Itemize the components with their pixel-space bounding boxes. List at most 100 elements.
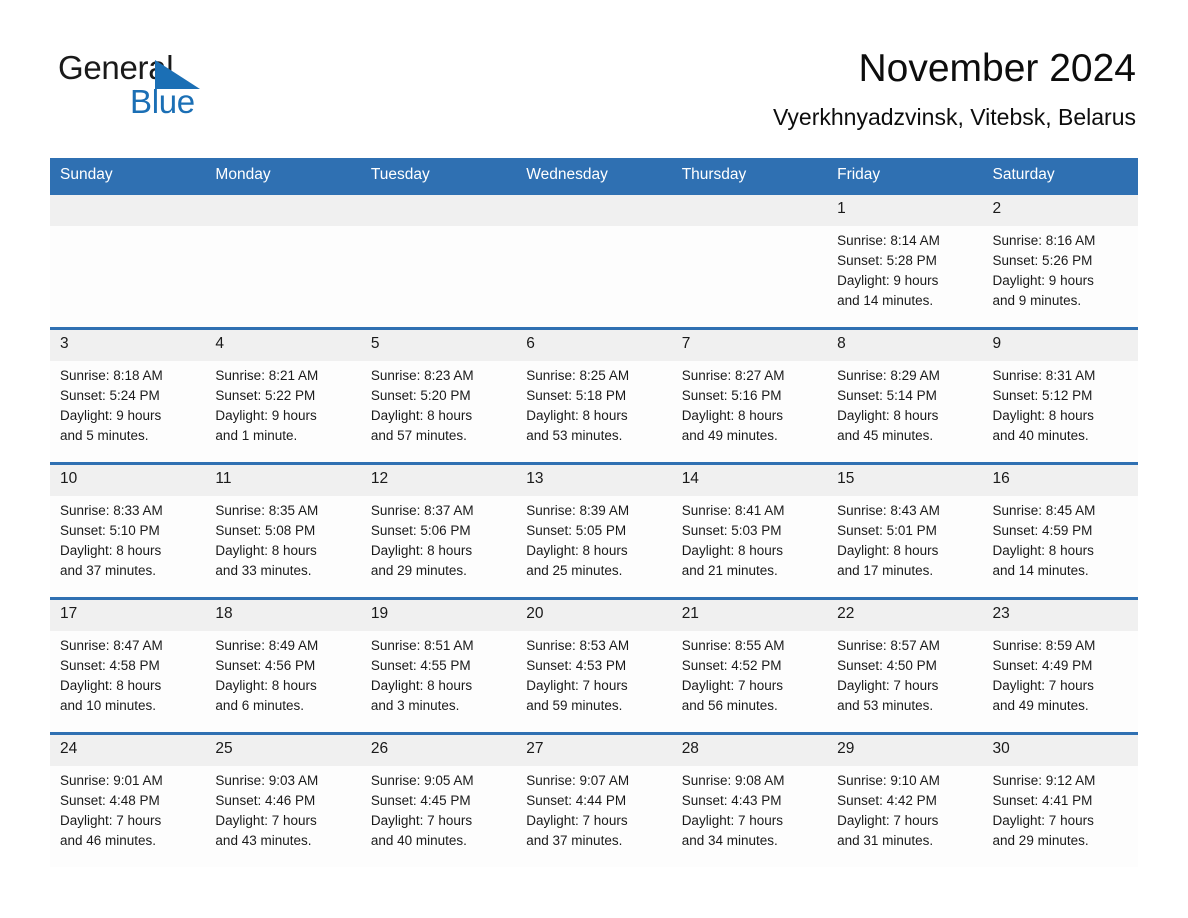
day-cell-29[interactable]: Sunrise: 9:10 AM Sunset: 4:42 PM Daylight:… <box>827 766 983 867</box>
day-cell-3[interactable]: Sunrise: 8:18 AM Sunset: 5:24 PM Daylight:… <box>50 361 206 462</box>
day-cell-14[interactable]: Sunrise: 8:41 AM Sunset: 5:03 PM Daylight:… <box>671 496 828 597</box>
day-cell-30[interactable]: Sunrise: 9:12 AM Sunset: 4:41 PM Daylight:… <box>982 766 1138 867</box>
day-number-empty <box>205 195 361 226</box>
day-number-30[interactable]: 30 <box>982 735 1138 766</box>
day-detail-line: Daylight: 8 hours <box>215 543 317 558</box>
day-number-27[interactable]: 27 <box>516 735 672 766</box>
day-number-8[interactable]: 8 <box>827 330 983 361</box>
day-cell-4[interactable]: Sunrise: 8:21 AM Sunset: 5:22 PM Daylight:… <box>205 361 361 462</box>
day-cell-9[interactable]: Sunrise: 8:31 AM Sunset: 5:12 PM Daylight:… <box>982 361 1138 462</box>
week-detail-row: Sunrise: 8:47 AM Sunset: 4:58 PM Daylight:… <box>50 631 1138 732</box>
day-detail-line: and 34 minutes. <box>681 833 778 848</box>
day-detail-line: Sunset: 4:48 PM <box>60 793 160 808</box>
day-detail-line: Sunset: 4:43 PM <box>681 793 782 808</box>
day-detail-line: Sunrise: 9:10 AM <box>837 773 940 788</box>
day-cell-18[interactable]: Sunrise: 8:49 AM Sunset: 4:56 PM Daylight:… <box>205 631 361 732</box>
day-detail-line: Sunset: 5:24 PM <box>60 388 160 403</box>
day-number-15[interactable]: 15 <box>827 465 983 496</box>
day-detail-line: Daylight: 8 hours <box>837 408 939 423</box>
week-daynumber-row: 24 25 26 27 28 29 30 <box>50 735 1138 766</box>
day-number-16[interactable]: 16 <box>982 465 1138 496</box>
day-number-13[interactable]: 13 <box>516 465 672 496</box>
day-number-23[interactable]: 23 <box>982 600 1138 631</box>
day-detail-line: Sunset: 4:55 PM <box>370 658 471 673</box>
day-detail-line: Sunset: 4:52 PM <box>681 658 782 673</box>
day-detail-line: Sunrise: 8:39 AM <box>526 503 630 518</box>
day-number-26[interactable]: 26 <box>360 735 517 766</box>
day-cell-23[interactable]: Sunrise: 8:59 AM Sunset: 4:49 PM Daylight:… <box>982 631 1138 732</box>
day-number-10[interactable]: 10 <box>50 465 206 496</box>
day-number-3[interactable]: 3 <box>50 330 206 361</box>
day-cell-13[interactable]: Sunrise: 8:39 AM Sunset: 5:05 PM Daylight:… <box>516 496 672 597</box>
day-number-20[interactable]: 20 <box>516 600 672 631</box>
day-detail-line: and 37 minutes. <box>60 563 157 578</box>
week-detail-row: Sunrise: 8:18 AM Sunset: 5:24 PM Daylight:… <box>50 361 1138 462</box>
day-number-29[interactable]: 29 <box>827 735 983 766</box>
day-detail-line: Sunset: 4:46 PM <box>215 793 316 808</box>
day-number-5[interactable]: 5 <box>360 330 517 361</box>
day-detail-line: Sunset: 5:08 PM <box>215 523 316 538</box>
day-cell-5[interactable]: Sunrise: 8:23 AM Sunset: 5:20 PM Daylight:… <box>360 361 517 462</box>
day-cell-24[interactable]: Sunrise: 9:01 AM Sunset: 4:48 PM Daylight:… <box>50 766 206 867</box>
day-number-14[interactable]: 14 <box>671 465 828 496</box>
day-cell-28[interactable]: Sunrise: 9:08 AM Sunset: 4:43 PM Daylight:… <box>671 766 828 867</box>
day-cell-empty <box>360 226 517 327</box>
day-detail-line: Sunset: 4:44 PM <box>526 793 627 808</box>
day-number-12[interactable]: 12 <box>360 465 517 496</box>
day-detail-line: Daylight: 8 hours <box>681 543 783 558</box>
day-cell-12[interactable]: Sunrise: 8:37 AM Sunset: 5:06 PM Daylight:… <box>360 496 517 597</box>
week-daynumber-row: 3456789 <box>50 330 1138 361</box>
day-number-6[interactable]: 6 <box>516 330 672 361</box>
day-cell-21[interactable]: Sunrise: 8:55 AM Sunset: 4:52 PM Daylight:… <box>671 631 828 732</box>
day-detail-line: Sunset: 5:10 PM <box>60 523 160 538</box>
day-number-2[interactable]: 2 <box>982 195 1138 226</box>
day-detail-line: Daylight: 8 hours <box>60 678 162 693</box>
day-number-18[interactable]: 18 <box>205 600 361 631</box>
week-detail-row: Sunrise: 8:14 AM Sunset: 5:28 PM Daylight:… <box>50 226 1138 327</box>
day-number-19[interactable]: 19 <box>360 600 517 631</box>
day-detail-line: and 49 minutes. <box>992 698 1089 713</box>
day-number-9[interactable]: 9 <box>982 330 1138 361</box>
day-cell-22[interactable]: Sunrise: 8:57 AM Sunset: 4:50 PM Daylight:… <box>827 631 983 732</box>
day-cell-16[interactable]: Sunrise: 8:45 AM Sunset: 4:59 PM Daylight:… <box>982 496 1138 597</box>
day-detail-line: and 25 minutes. <box>526 563 623 578</box>
day-number-21[interactable]: 21 <box>671 600 828 631</box>
day-cell-8[interactable]: Sunrise: 8:29 AM Sunset: 5:14 PM Daylight:… <box>827 361 983 462</box>
day-cell-25[interactable]: Sunrise: 9:03 AM Sunset: 4:46 PM Daylight:… <box>205 766 361 867</box>
day-detail-line: Sunrise: 8:33 AM <box>60 503 163 518</box>
day-detail-line: and 49 minutes. <box>681 428 778 443</box>
day-cell-10[interactable]: Sunrise: 8:33 AM Sunset: 5:10 PM Daylight:… <box>50 496 206 597</box>
day-detail-line: Sunset: 5:05 PM <box>526 523 627 538</box>
day-cell-26[interactable]: Sunrise: 9:05 AM Sunset: 4:45 PM Daylight:… <box>360 766 517 867</box>
day-number-7[interactable]: 7 <box>671 330 828 361</box>
day-cell-20[interactable]: Sunrise: 8:53 AM Sunset: 4:53 PM Daylight:… <box>516 631 672 732</box>
day-number-28[interactable]: 28 <box>671 735 828 766</box>
weekday-header-tuesday: Tuesday <box>360 158 517 192</box>
day-number-25[interactable]: 25 <box>205 735 361 766</box>
day-cell-7[interactable]: Sunrise: 8:27 AM Sunset: 5:16 PM Daylight:… <box>671 361 828 462</box>
day-cell-1[interactable]: Sunrise: 8:14 AM Sunset: 5:28 PM Daylight:… <box>827 226 983 327</box>
day-cell-17[interactable]: Sunrise: 8:47 AM Sunset: 4:58 PM Daylight:… <box>50 631 206 732</box>
day-number-11[interactable]: 11 <box>205 465 361 496</box>
day-number-24[interactable]: 24 <box>50 735 206 766</box>
day-cell-2[interactable]: Sunrise: 8:16 AM Sunset: 5:26 PM Daylight:… <box>982 226 1138 327</box>
day-detail-line: Daylight: 9 hours <box>837 273 939 288</box>
day-detail-line: and 40 minutes. <box>370 833 467 848</box>
day-cell-19[interactable]: Sunrise: 8:51 AM Sunset: 4:55 PM Daylight:… <box>360 631 517 732</box>
day-detail-line: Sunrise: 9:12 AM <box>992 773 1096 788</box>
day-detail-line: Daylight: 8 hours <box>370 408 473 423</box>
day-number-4[interactable]: 4 <box>205 330 361 361</box>
day-detail-line: Daylight: 9 hours <box>60 408 162 423</box>
day-detail-line: Sunrise: 8:16 AM <box>992 233 1096 248</box>
day-cell-15[interactable]: Sunrise: 8:43 AM Sunset: 5:01 PM Daylight:… <box>827 496 983 597</box>
day-number-17[interactable]: 17 <box>50 600 206 631</box>
day-number-1[interactable]: 1 <box>827 195 983 226</box>
calendar-table: Sunday Monday Tuesday Wednesday Thursday Frid… <box>50 158 1138 867</box>
day-cell-27[interactable]: Sunrise: 9:07 AM Sunset: 4:44 PM Daylight:… <box>516 766 672 867</box>
day-cell-11[interactable]: Sunrise: 8:35 AM Sunset: 5:08 PM Daylight:… <box>205 496 361 597</box>
page-subtitle: Vyerkhnyadzvinsk, Vitebsk, Belarus <box>772 104 1136 130</box>
day-detail-line: Daylight: 8 hours <box>992 408 1094 423</box>
day-detail-line: Daylight: 8 hours <box>370 678 473 693</box>
day-number-22[interactable]: 22 <box>827 600 983 631</box>
day-cell-6[interactable]: Sunrise: 8:25 AM Sunset: 5:18 PM Daylight:… <box>516 361 672 462</box>
